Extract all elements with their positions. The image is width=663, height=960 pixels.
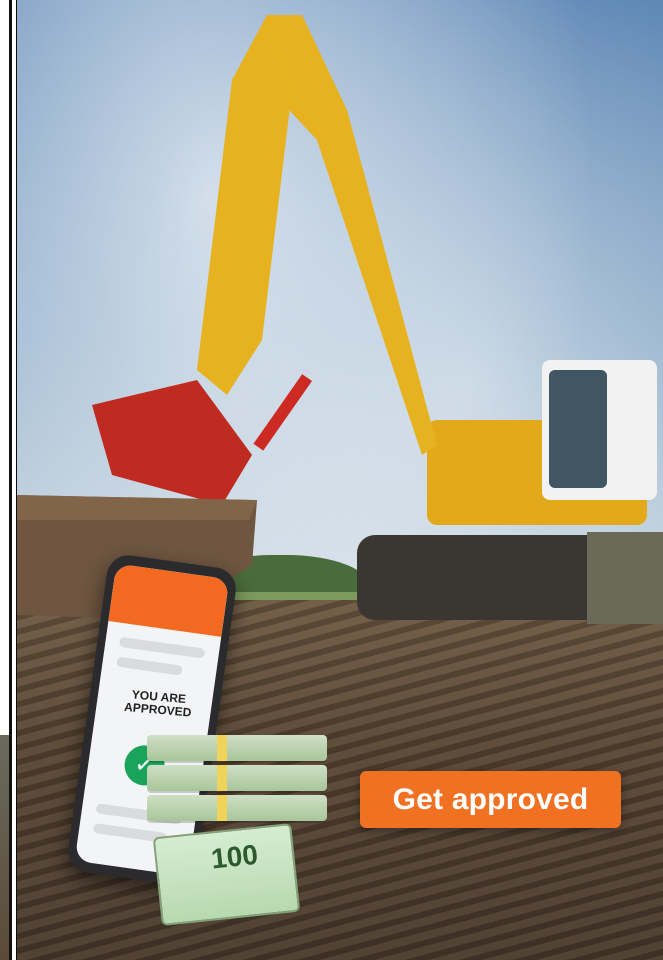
excavator-scene: YOU ARE APPROVED ✓ 100 Get approved <box>17 0 663 960</box>
cash-stack: 100 <box>147 735 327 927</box>
bucket-attachment <box>92 380 252 505</box>
euro-banknote: 100 <box>152 822 301 927</box>
cash-bundle <box>147 795 327 821</box>
cash-band <box>217 795 227 821</box>
get-approved-button[interactable]: Get approved <box>360 771 621 828</box>
track-segments <box>587 532 663 624</box>
app-header <box>108 563 230 637</box>
cash-band <box>217 765 227 791</box>
cab-window <box>549 370 607 488</box>
approval-message: YOU ARE APPROVED <box>123 687 192 720</box>
left-edge-landscape <box>0 735 9 960</box>
placeholder-line <box>116 656 183 676</box>
hydraulic-cylinder <box>253 374 313 451</box>
left-edge <box>0 0 16 960</box>
cash-bundle <box>147 735 327 761</box>
cash-band <box>217 735 227 761</box>
edge-divider <box>9 0 12 960</box>
banknote-value: 100 <box>209 838 260 875</box>
excavator-tracks <box>357 535 617 620</box>
placeholder-line <box>118 636 206 659</box>
cash-bundle <box>147 765 327 791</box>
ad-banner[interactable]: YOU ARE APPROVED ✓ 100 Get approved <box>0 0 663 960</box>
excavator-arm <box>197 15 292 395</box>
